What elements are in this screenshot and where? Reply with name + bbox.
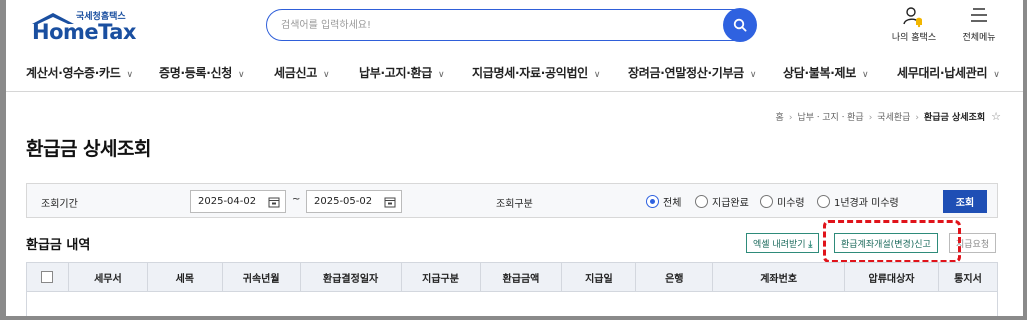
breadcrumb-current: 환급금 상세조회 [924,113,986,123]
column-header[interactable]: 환급금액 [479,262,563,292]
search-input[interactable] [281,16,701,34]
column-header[interactable]: 세무서 [67,262,148,292]
column-header[interactable]: 은행 [635,262,714,292]
nav-item-receipts[interactable]: 계산서·영수증·카드 ∨ [26,64,133,81]
section-title: 환급금 내역 [26,238,91,253]
table-header-row: 세무서 세목 귀속년월 환급결정일자 지급구분 환급금액 지급일 은행 계좌번호… [26,262,999,292]
chevron-down-icon: ∨ [861,70,869,80]
excel-download-label: 엑셀 내려받기 [753,240,806,250]
my-hometax-button[interactable]: 나의 홈택스 [886,6,942,43]
nav-item-incentives[interactable]: 장려금·연말정산·기부금 ∨ [628,64,757,81]
hometax-logo[interactable]: 국세청홈택스 HomeTax [20,8,140,44]
radio-label: 지급완료 [712,198,749,209]
breadcrumb: 홈 › 납부ㆍ고지ㆍ환급 › 국세환급 › 환급금 상세조회 ☆ [776,110,1001,123]
nav-label: 장려금·연말정산·기부금 [628,66,744,80]
radio-paid[interactable]: 지급완료 [695,194,749,209]
date-to-value: 2025-05-02 [314,196,373,207]
breadcrumb-item-home[interactable]: 홈 [776,113,784,123]
chevron-down-icon: ∨ [237,70,245,80]
nav-label: 세무대리·납세관리 [897,66,988,80]
chevron-down-icon: ∨ [126,70,133,80]
type-label: 조회구분 [496,199,533,210]
my-hometax-label: 나의 홈택스 [891,33,937,43]
chevron-down-icon: ∨ [749,70,757,80]
nav-label: 상담·불복·제보 [783,66,856,80]
refund-table: 세무서 세목 귀속년월 환급결정일자 지급구분 환급금액 지급일 은행 계좌번호… [26,262,999,292]
download-icon: ⤓ [808,240,813,250]
calendar-icon[interactable] [268,196,280,208]
nav-item-statements[interactable]: 지급명세·자료·공익법인 ∨ [472,64,601,81]
filter-panel: 조회기간 2025-04-02 ~ 2025-05-02 조회구분 전체 지급완… [26,183,998,218]
select-all-checkbox[interactable] [41,271,54,283]
radio-dot [817,195,830,208]
nav-item-certificates[interactable]: 증명·등록·신청 ∨ [159,64,245,81]
query-button[interactable]: 조회 [943,190,987,213]
main-nav: 계산서·영수증·카드 ∨ 증명·등록·신청 ∨ 세금신고 ∨ 납부·고지·환급 ∨ 지급… [6,52,1023,92]
column-header[interactable]: 환급결정일자 [299,262,402,292]
highlight-annotation [823,220,961,263]
date-from-value: 2025-04-02 [198,196,257,207]
chevron-down-icon: ∨ [437,70,445,80]
nav-label: 증명·등록·신청 [159,66,232,80]
radio-label: 1년경과 미수령 [834,198,899,209]
nav-item-consulting[interactable]: 상담·불복·제보 ∨ [783,64,869,81]
breadcrumb-item-payment[interactable]: 납부ㆍ고지ㆍ환급 [797,113,863,123]
radio-label: 전체 [663,198,682,209]
date-range-tilde: ~ [292,194,301,205]
radio-all[interactable]: 전체 [646,194,681,209]
nav-item-tax-filing[interactable]: 세금신고 ∨ [274,64,330,81]
column-header[interactable]: 세목 [146,262,223,292]
date-from-field[interactable]: 2025-04-02 [190,190,286,213]
search-icon [733,18,747,32]
radio-dot [695,195,708,208]
period-label: 조회기간 [41,199,78,210]
radio-dot [646,195,659,208]
excel-download-button[interactable]: 엑셀 내려받기 ⤓ [746,233,820,253]
radio-dot [760,195,773,208]
chevron-down-icon: ∨ [993,70,1000,80]
column-header[interactable]: 지급일 [561,262,637,292]
user-bell-icon [903,7,922,28]
radio-label: 미수령 [777,198,805,209]
all-menu-button[interactable]: 전체메뉴 [951,6,1007,43]
page-frame: 국세청홈택스 HomeTax 나의 홈택스 전체메뉴 계산서·영 [6,0,1023,316]
breadcrumb-separator: › [788,113,793,123]
nav-item-tax-agent[interactable]: 세무대리·납세관리 ∨ [897,64,1000,81]
hamburger-menu-icon [971,8,987,22]
calendar-icon[interactable] [384,196,396,208]
chevron-down-icon: ∨ [593,70,601,80]
column-header[interactable]: 귀속년월 [221,262,301,292]
date-to-field[interactable]: 2025-05-02 [306,190,402,213]
radio-over-one-year[interactable]: 1년경과 미수령 [817,194,899,209]
column-header[interactable]: 압류대상자 [844,262,939,292]
nav-item-payment[interactable]: 납부·고지·환급 ∨ [359,64,445,81]
select-all-header [26,262,69,292]
star-icon[interactable]: ☆ [991,110,1001,123]
all-menu-label: 전체메뉴 [962,33,996,43]
search-button[interactable] [723,8,757,42]
column-header[interactable]: 계좌번호 [712,262,846,292]
search-bar [266,8,757,42]
breadcrumb-separator: › [868,113,873,123]
nav-label: 납부·고지·환급 [359,66,432,80]
nav-label: 지급명세·자료·공익법인 [472,66,588,80]
logo-text: HomeTax [32,20,136,44]
page-title: 환급금 상세조회 [26,138,151,160]
table-body [26,291,998,316]
breadcrumb-separator: › [915,113,920,123]
nav-label: 세금신고 [274,66,317,80]
column-header[interactable]: 지급구분 [400,262,481,292]
column-header[interactable]: 통지서 [937,262,999,292]
breadcrumb-item-refund[interactable]: 국세환급 [877,113,910,123]
nav-label: 계산서·영수증·카드 [26,66,121,80]
chevron-down-icon: ∨ [322,70,330,80]
radio-unclaimed[interactable]: 미수령 [760,194,805,209]
